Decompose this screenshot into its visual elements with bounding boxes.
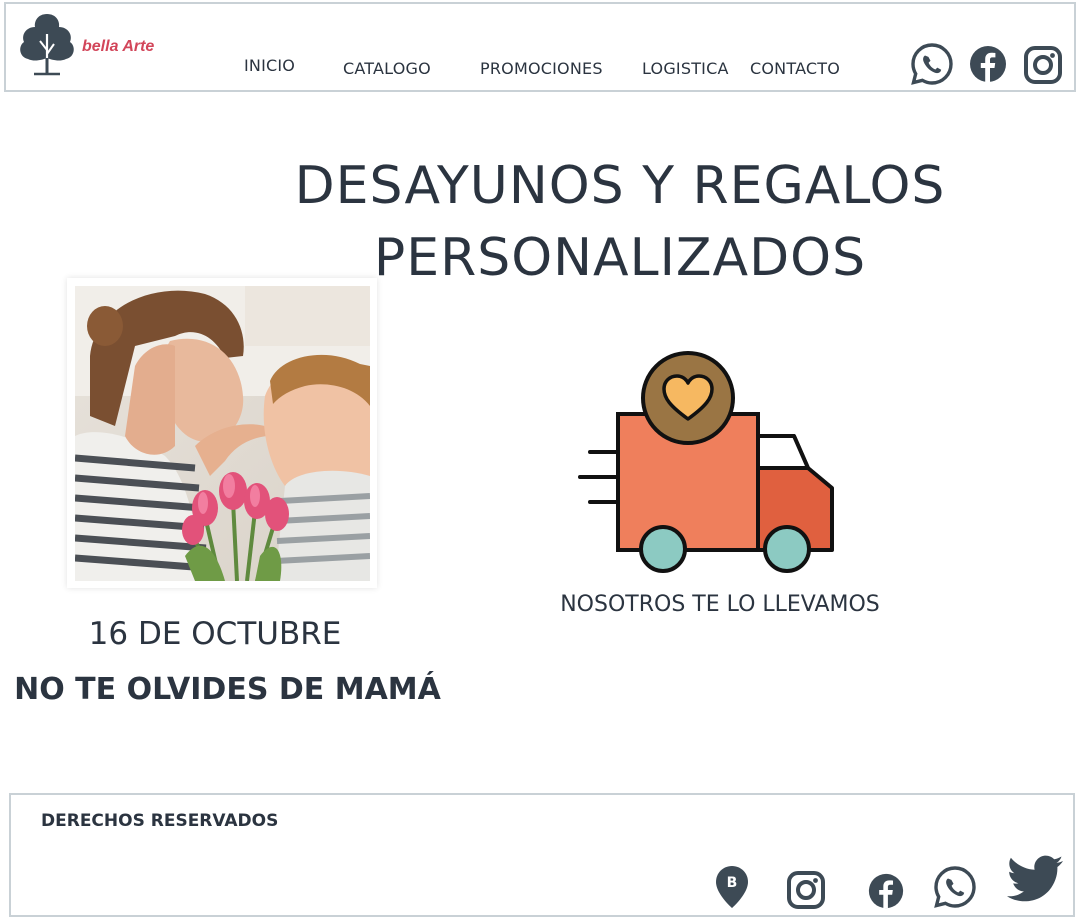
mothers-day-photo-frame[interactable] bbox=[67, 278, 377, 588]
nav-inicio[interactable]: INICIO bbox=[244, 56, 295, 75]
nav-catalogo[interactable]: CATALOGO bbox=[343, 59, 431, 78]
nav-logistica[interactable]: LOGISTICA bbox=[642, 59, 729, 78]
whatsapp-icon[interactable] bbox=[910, 42, 954, 86]
instagram-icon[interactable] bbox=[1022, 44, 1064, 86]
svg-text:B: B bbox=[727, 875, 738, 891]
instagram-icon[interactable] bbox=[785, 869, 827, 911]
page-title: DESAYUNOS Y REGALOS PERSONALIZADOS bbox=[240, 150, 1000, 294]
tree-logo-icon[interactable] bbox=[16, 10, 78, 78]
brand-name[interactable]: bella Arte bbox=[82, 38, 154, 56]
twitter-icon[interactable] bbox=[1007, 855, 1065, 905]
facebook-icon[interactable] bbox=[968, 44, 1008, 84]
mothers-day-promo: NO TE OLVIDES DE MAMÁ bbox=[14, 672, 441, 707]
site-header: bella Arte INICIO CATALOGO PROMOCIONES L… bbox=[4, 2, 1076, 92]
location-pin-icon[interactable]: B bbox=[713, 864, 751, 910]
page-title-line-1: DESAYUNOS Y REGALOS bbox=[294, 156, 946, 216]
nav-promociones[interactable]: PROMOCIONES bbox=[480, 59, 603, 78]
site-footer: DERECHOS RESERVADOS B bbox=[9, 793, 1075, 917]
delivery-tagline: NOSOTROS TE LO LLEVAMOS bbox=[560, 592, 880, 617]
delivery-truck-icon[interactable] bbox=[572, 348, 842, 578]
mother-and-child-photo bbox=[75, 286, 370, 581]
page-title-line-2: PERSONALIZADOS bbox=[373, 228, 867, 288]
event-date: 16 DE OCTUBRE bbox=[88, 616, 342, 652]
copyright-text: DERECHOS RESERVADOS bbox=[41, 811, 279, 831]
whatsapp-icon[interactable] bbox=[933, 865, 977, 909]
facebook-icon[interactable] bbox=[867, 872, 905, 910]
nav-contacto[interactable]: CONTACTO bbox=[750, 59, 840, 78]
